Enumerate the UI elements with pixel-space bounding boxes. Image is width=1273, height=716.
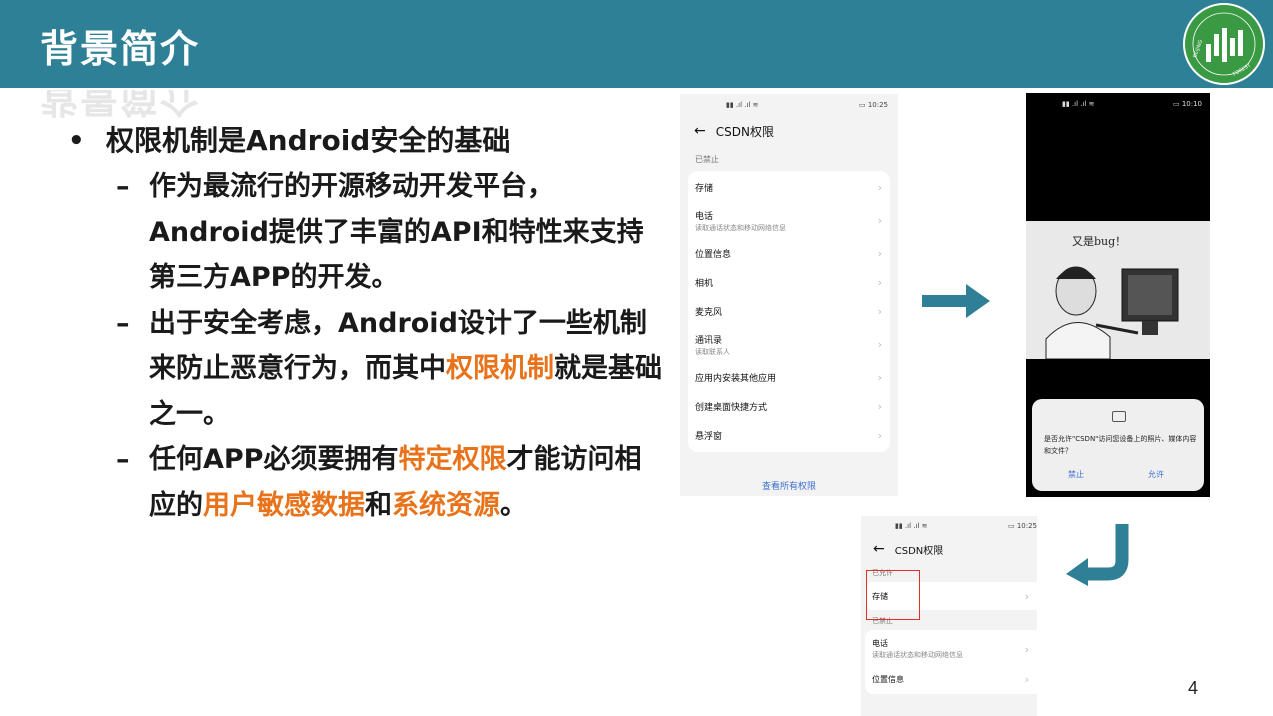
permission-dialog: 是否允许"CSDN"访问您设备上的照片、媒体内容和文件？ 禁止 允许 (1032, 399, 1204, 491)
status-bar: ▮▮ .ıl .ıl ≋ ▭ 10:25 (726, 101, 888, 109)
chevron-right-icon: › (877, 247, 882, 260)
permission-row[interactable]: 位置信息 › (688, 239, 890, 268)
sub-bullet-2: – 出于安全考虑，Android设计了一些机制来防止恶意行为，而其中权限机制就是… (116, 301, 668, 438)
highlight-specific-permission: 特定权限 (398, 444, 507, 475)
permission-row[interactable]: 电话 读取通话状态和移动网络信息 › (688, 202, 890, 239)
permission-label: 存储 (695, 184, 714, 194)
back-arrow-icon[interactable]: ← (694, 123, 706, 139)
view-all-permissions-link[interactable]: 查看所有权限 (680, 479, 898, 492)
signal-icon: ▮▮ .ıl .ıl ≋ (1062, 100, 1095, 108)
chevron-right-icon: › (877, 338, 882, 351)
chevron-right-icon: › (877, 181, 882, 194)
permission-row[interactable]: 悬浮窗 › (688, 421, 890, 450)
permission-label: 相机 (695, 279, 714, 289)
permission-label: 应用内安装其他应用 (695, 374, 777, 384)
sub-bullets: – 作为最流行的开源移动开发平台，Android提供了丰富的API和特性来支持第… (116, 164, 668, 528)
permission-row[interactable]: 应用内安装其他应用 › (688, 363, 890, 392)
status-bar: ▮▮ .ıl .ıl ≋ ▭ 10:25 (895, 522, 1037, 530)
permission-label: 通讯录 (695, 335, 723, 346)
sub-bullet-3: – 任何APP必须要拥有特定权限才能访问相应的用户敏感数据和系统资源。 (116, 437, 668, 528)
permission-label: 麦克风 (695, 308, 723, 318)
sub-bullet-1: – 作为最流行的开源移动开发平台，Android提供了丰富的API和特性来支持第… (116, 164, 668, 301)
allow-button[interactable]: 允许 (1148, 469, 1164, 480)
section-label-denied: 已禁止 (695, 155, 719, 164)
permission-row[interactable]: 通讯录 读取联系人 › (688, 326, 890, 363)
chevron-right-icon: › (877, 429, 882, 442)
highlight-system-resources: 系统资源 (392, 489, 500, 521)
deny-button[interactable]: 禁止 (1068, 469, 1084, 480)
folder-icon (1112, 411, 1126, 422)
highlight-box (866, 570, 920, 620)
page-title: 背景简介 (40, 27, 201, 71)
header-bar: 背景简介 BEIJING FOREST (0, 0, 1273, 88)
signal-icon: ▮▮ .ıl .ıl ≋ (895, 522, 928, 530)
chevron-right-icon: › (877, 371, 882, 384)
permission-list: 存储 › 电话 读取通话状态和移动网络信息 › 位置信息 › 相机 › 麦克风 › 通讯录 读取联系人 ›… (688, 171, 890, 452)
bullet-list: • 权限机制是Android安全的基础 – 作为最流行的开源移动开发平台，And… (68, 118, 668, 528)
phone-screenshot-dialog: ▮▮ .ıl .ıl ≋ ▭ 10:10 又是bug！ 是否允许"CSDN"访问… (1026, 93, 1210, 497)
forest-studio-logo-icon: BEIJING FOREST (1183, 3, 1265, 85)
bullet-dot-icon: • (68, 126, 85, 156)
permission-description: 读取联系人 (695, 347, 730, 356)
permission-row[interactable]: 相机 › (688, 268, 890, 297)
battery-icon: ▭ (1007, 522, 1017, 530)
chevron-right-icon: › (1024, 672, 1029, 686)
permission-label: 电话 (872, 639, 888, 648)
permission-label: 悬浮窗 (695, 432, 723, 442)
back-arrow-icon[interactable]: ← (873, 541, 885, 557)
chevron-right-icon: › (877, 305, 882, 318)
battery-icon: ▭ (1172, 100, 1182, 108)
chevron-right-icon: › (1024, 589, 1029, 603)
meme-image: 又是bug！ (1026, 221, 1210, 360)
permission-row[interactable]: 位置信息 › (865, 666, 1037, 692)
dash-icon: – (116, 171, 130, 202)
signal-icon: ▮▮ .ıl .ıl ≋ (726, 101, 759, 109)
highlight-permission-mechanism: 权限机制 (446, 353, 554, 384)
permission-label: 电话 (695, 211, 714, 222)
denied-list: 电话读取通话状态和移动网络信息 › 位置信息 › (865, 630, 1037, 694)
permission-description: 读取通话状态和移动网络信息 (872, 651, 963, 659)
permission-row[interactable]: 电话读取通话状态和移动网络信息 › (865, 632, 1037, 666)
page-number: 4 (1188, 678, 1199, 698)
chevron-right-icon: › (877, 214, 882, 227)
phone-screenshot-denied: ▮▮ .ıl .ıl ≋ ▭ 10:25 ← CSDN权限 已禁止 存储 › 电话读… (680, 94, 898, 496)
highlight-sensitive-data: 用户敏感数据 (203, 489, 365, 521)
permission-label: 位置信息 (695, 250, 732, 260)
status-bar: ▮▮ .ıl .ıl ≋ ▭ 10:10 (1062, 100, 1202, 108)
permission-row[interactable]: 创建桌面快捷方式 › (688, 392, 890, 421)
permission-row[interactable]: 存储 › (688, 173, 890, 202)
right-arrow-icon (922, 284, 990, 318)
chevron-right-icon: › (877, 400, 882, 413)
chevron-right-icon: › (1024, 642, 1029, 656)
return-arrow-icon (1066, 524, 1129, 586)
permission-label: 创建桌面快捷方式 (695, 403, 768, 413)
permission-label: 位置信息 (872, 674, 904, 684)
app-header: ← CSDN权限 (694, 123, 774, 139)
permission-row[interactable]: 麦克风 › (688, 297, 890, 326)
dash-icon: – (116, 307, 130, 339)
permission-description: 读取通话状态和移动网络信息 (695, 223, 786, 232)
bullet-main: • 权限机制是Android安全的基础 (68, 118, 668, 164)
dash-icon: – (116, 444, 130, 475)
app-header: ← CSDN权限 (873, 541, 944, 557)
battery-icon: ▭ (858, 101, 868, 109)
chevron-right-icon: › (877, 276, 882, 289)
